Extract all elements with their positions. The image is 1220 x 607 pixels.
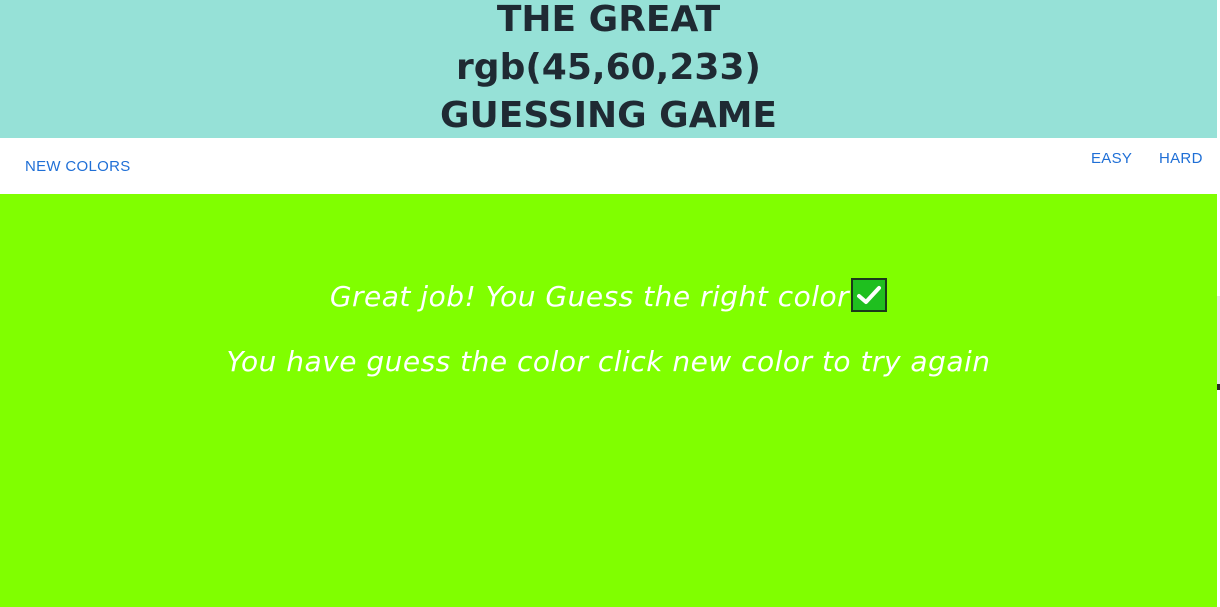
control-bar: NEW COLORS EASY HARD — [0, 138, 1217, 194]
title-line-3: GUESSING GAME — [439, 95, 778, 136]
hard-mode-button[interactable]: HARD — [1159, 150, 1203, 167]
target-rgb-display: rgb(45,60,233) — [456, 47, 761, 88]
easy-mode-button[interactable]: EASY — [1091, 150, 1132, 167]
success-message: Great job! You Guess the right color — [329, 280, 850, 313]
title-line-1: THE GREAT — [496, 0, 721, 40]
game-board: Great job! You Guess the right color You… — [0, 194, 1217, 607]
check-mark-icon — [851, 278, 888, 312]
game-header: THE GREAT rgb(45,60,233) GUESSING GAME — [0, 0, 1217, 138]
success-message-row: Great job! You Guess the right color — [0, 278, 1217, 315]
new-colors-button[interactable]: NEW COLORS — [25, 158, 131, 175]
hint-message: You have guess the color click new color… — [226, 345, 991, 378]
